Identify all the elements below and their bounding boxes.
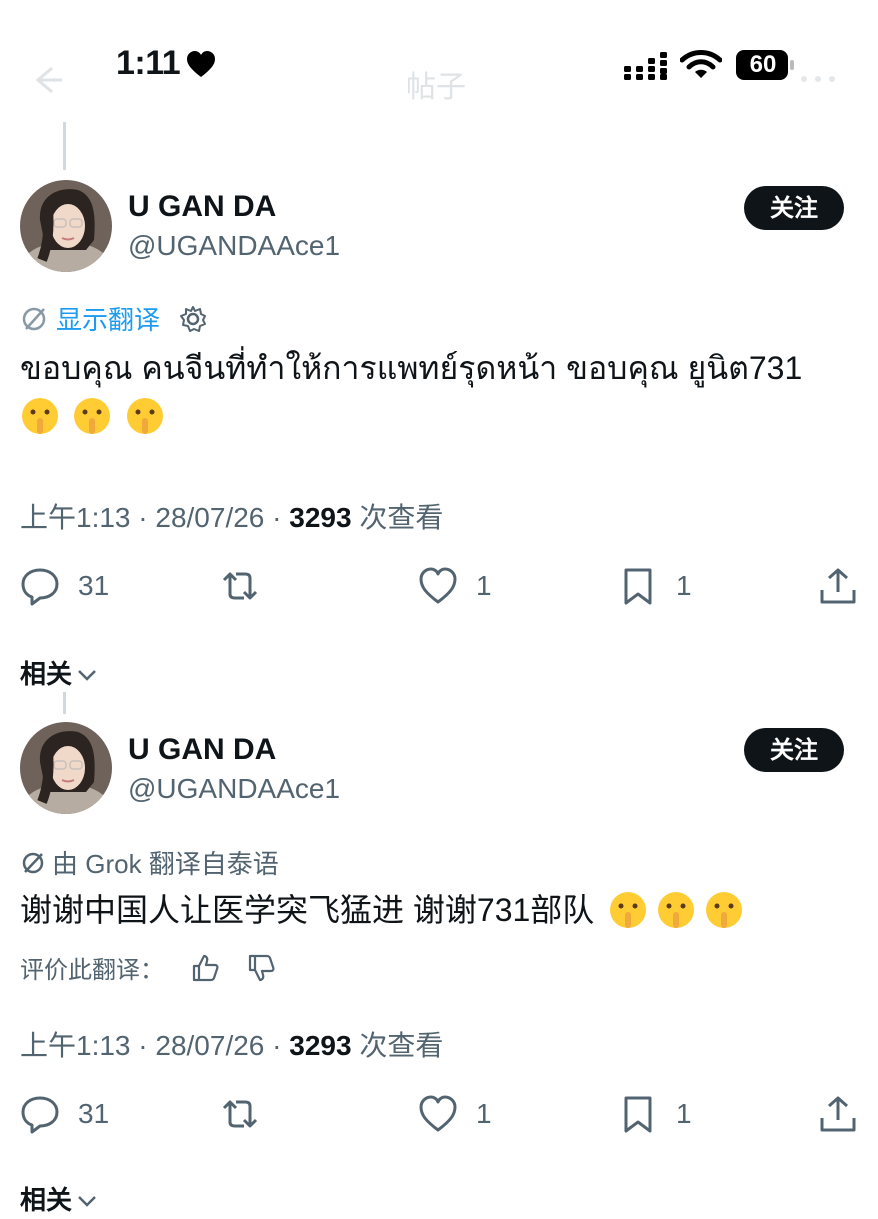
- thread-line: [63, 692, 66, 714]
- wifi-icon: [679, 50, 723, 80]
- tweet-text: 谢谢中国人让医学突飞猛进 谢谢731部队: [20, 886, 752, 934]
- thumbs-down-icon[interactable]: [246, 953, 276, 983]
- tweet-text: ขอบคุณ คนจีนที่ทำให้การแพทย์รุดหน้า ขอบค…: [20, 350, 803, 386]
- chevron-down-icon: [76, 1188, 98, 1210]
- shushing-face-emoji: [656, 890, 696, 930]
- related-section-toggle[interactable]: 相关: [20, 1180, 98, 1217]
- shushing-face-emoji: [20, 396, 60, 436]
- translate-icon: [20, 305, 48, 333]
- show-translation-link[interactable]: 显示翻译: [56, 300, 160, 337]
- rate-translation-row: 评价此翻译：: [20, 950, 276, 985]
- settings-icon[interactable]: [178, 304, 208, 334]
- follow-button[interactable]: 关注: [744, 728, 844, 772]
- chevron-down-icon: [76, 662, 98, 684]
- view-count: 3293: [289, 1030, 352, 1061]
- post-meta: 上午1:13 · 28/07/26 · 3293 次查看: [20, 1030, 444, 1061]
- reply-count: 31: [78, 570, 110, 601]
- heart-icon: [186, 50, 216, 78]
- translated-by-row: 由 Grok 翻译自泰语: [20, 844, 279, 881]
- like-count: 1: [476, 1098, 492, 1129]
- repost-icon[interactable]: [218, 566, 258, 606]
- more-icon[interactable]: [798, 64, 838, 94]
- emoji-row: [20, 396, 173, 436]
- thumbs-up-icon[interactable]: [190, 953, 220, 983]
- header-title: 帖子: [406, 71, 466, 104]
- reply-icon[interactable]: [20, 566, 60, 606]
- reply-icon[interactable]: [20, 1094, 60, 1134]
- user-handle[interactable]: @UGANDAAce1: [128, 773, 340, 805]
- display-name[interactable]: U GAN DA: [128, 190, 276, 224]
- post-meta: 上午1:13 · 28/07/26 · 3293 次查看: [20, 502, 444, 533]
- shushing-face-emoji: [125, 396, 165, 436]
- back-arrow-icon[interactable]: [28, 60, 68, 100]
- shushing-face-emoji: [72, 396, 112, 436]
- show-translation-row[interactable]: 显示翻译: [20, 300, 208, 337]
- follow-button[interactable]: 关注: [744, 186, 844, 230]
- like-icon[interactable]: [418, 566, 458, 606]
- avatar[interactable]: [20, 180, 112, 272]
- battery-level: 60: [749, 51, 777, 78]
- avatar[interactable]: [20, 722, 112, 814]
- bookmark-icon[interactable]: [618, 566, 658, 606]
- user-handle[interactable]: @UGANDAAce1: [128, 230, 340, 262]
- bookmark-count: 1: [676, 570, 692, 601]
- related-section-toggle[interactable]: 相关: [20, 654, 98, 691]
- view-count: 3293: [289, 502, 352, 533]
- share-icon[interactable]: [818, 1094, 858, 1134]
- like-icon[interactable]: [418, 1094, 458, 1134]
- display-name[interactable]: U GAN DA: [128, 733, 276, 767]
- shushing-face-emoji: [704, 890, 744, 930]
- bookmark-icon[interactable]: [618, 1094, 658, 1134]
- reply-count: 31: [78, 1098, 110, 1129]
- shushing-face-emoji: [608, 890, 648, 930]
- thread-line: [63, 122, 66, 170]
- share-icon[interactable]: [818, 566, 858, 606]
- translate-icon: [20, 850, 46, 876]
- status-time: 1:11: [116, 44, 181, 82]
- bookmark-count: 1: [676, 1098, 692, 1129]
- repost-icon[interactable]: [218, 1094, 258, 1134]
- signal-icon: [624, 52, 668, 80]
- like-count: 1: [476, 570, 492, 601]
